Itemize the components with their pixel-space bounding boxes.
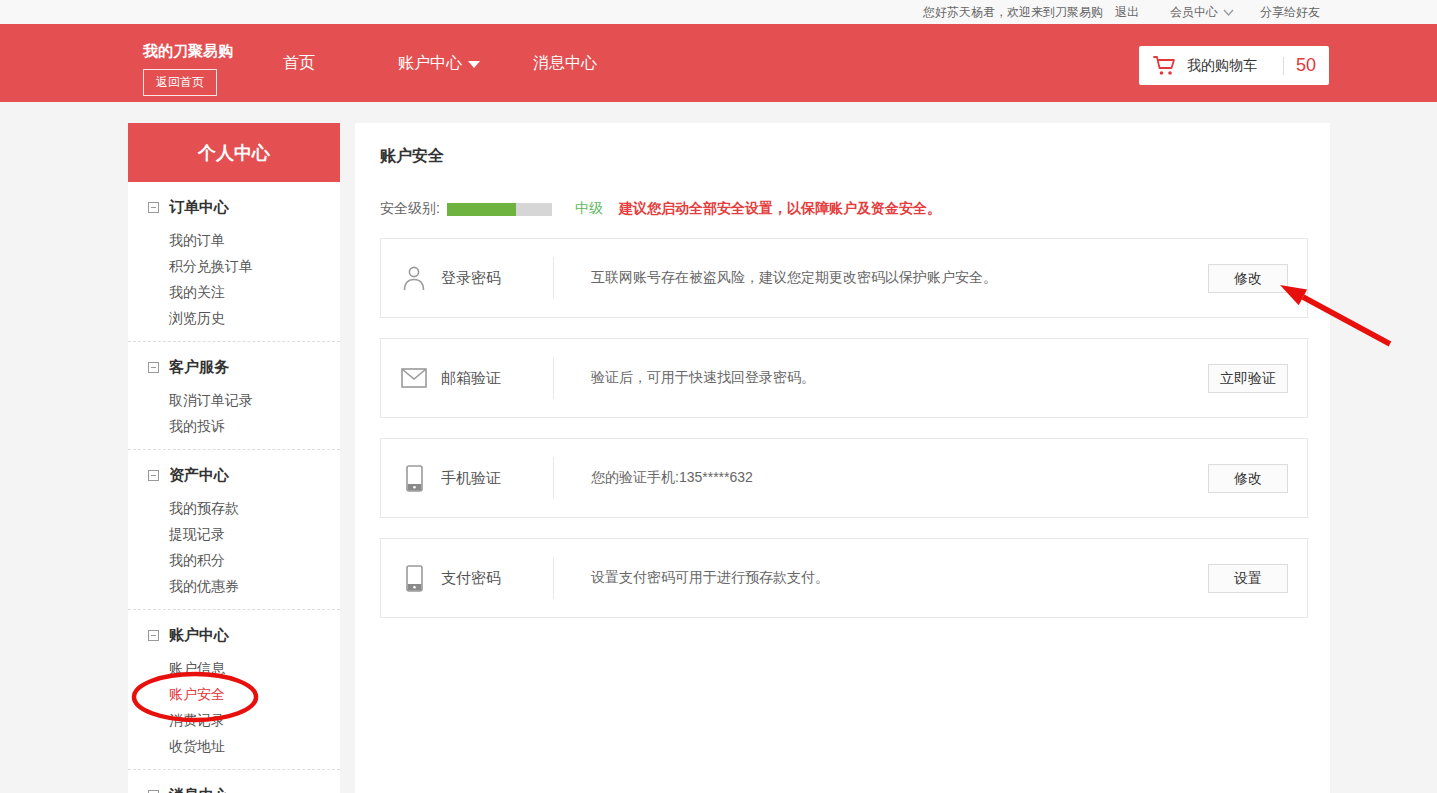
collapse-icon xyxy=(148,630,159,641)
sidebar-item-points-orders[interactable]: 积分兑换订单 xyxy=(128,253,340,279)
section-title-assets[interactable]: 资产中心 xyxy=(128,462,340,488)
row-divider xyxy=(553,357,554,399)
phone-icon xyxy=(401,465,427,492)
modify-phone-button[interactable]: 修改 xyxy=(1208,464,1288,493)
brand-title: 我的刀聚易购 xyxy=(143,42,233,61)
security-level-value: 中级 xyxy=(575,200,603,218)
row-label: 登录密码 xyxy=(441,269,553,288)
topbar: 您好苏天杨君，欢迎来到刀聚易购 退出 会员中心 分享给好友 xyxy=(0,0,1437,24)
security-level-fill xyxy=(447,203,516,216)
sidebar-title: 个人中心 xyxy=(128,123,340,182)
sidebar-section-assets: 资产中心 我的预存款 提现记录 我的积分 我的优惠券 xyxy=(128,450,340,610)
member-center-label: 会员中心 xyxy=(1170,4,1218,21)
security-level-label: 安全级别: xyxy=(380,200,440,218)
content-area: 个人中心 订单中心 我的订单 积分兑换订单 我的关注 浏览历史 客户服务 取消订… xyxy=(0,102,1437,793)
main-header: 我的刀聚易购 返回首页 首页 账户中心 消息中心 我的购物车 50 xyxy=(0,24,1437,102)
verify-email-button[interactable]: 立即验证 xyxy=(1208,364,1288,393)
cart-label: 我的购物车 xyxy=(1187,57,1257,75)
sidebar-item-withdraw[interactable]: 提现记录 xyxy=(128,521,340,547)
mail-icon xyxy=(401,368,427,388)
sidebar-item-coupons[interactable]: 我的优惠券 xyxy=(128,573,340,599)
row-login-password: 登录密码 互联网账号存在被盗风险，建议您定期更改密码以保护账户安全。 修改 xyxy=(380,238,1308,318)
sidebar-item-points[interactable]: 我的积分 xyxy=(128,547,340,573)
nav-message-center[interactable]: 消息中心 xyxy=(533,24,597,102)
sidebar-item-my-orders[interactable]: 我的订单 xyxy=(128,227,340,253)
sidebar: 个人中心 订单中心 我的订单 积分兑换订单 我的关注 浏览历史 客户服务 取消订… xyxy=(128,123,340,793)
share-link[interactable]: 分享给好友 xyxy=(1260,4,1320,21)
phone-icon xyxy=(401,565,427,592)
row-description: 互联网账号存在被盗风险，建议您定期更改密码以保护账户安全。 xyxy=(591,269,1208,287)
sidebar-item-account-security[interactable]: 账户安全 xyxy=(128,681,340,707)
security-rows: 登录密码 互联网账号存在被盗风险，建议您定期更改密码以保护账户安全。 修改 邮箱… xyxy=(380,238,1308,618)
cart-box[interactable]: 我的购物车 50 xyxy=(1139,46,1329,85)
sidebar-section-messages: 消息中心 xyxy=(128,770,340,793)
cart-divider xyxy=(1283,57,1284,75)
nav-home[interactable]: 首页 xyxy=(283,24,315,102)
member-center-menu[interactable]: 会员中心 xyxy=(1170,4,1234,21)
sidebar-section-service: 客户服务 取消订单记录 我的投诉 xyxy=(128,342,340,450)
sidebar-item-address[interactable]: 收货地址 xyxy=(128,733,340,759)
collapse-icon xyxy=(148,470,159,481)
sidebar-item-cancel-orders[interactable]: 取消订单记录 xyxy=(128,387,340,413)
back-home-button[interactable]: 返回首页 xyxy=(143,69,217,96)
section-title-orders[interactable]: 订单中心 xyxy=(128,194,340,220)
row-email-verify: 邮箱验证 验证后，可用于快速找回登录密码。 立即验证 xyxy=(380,338,1308,418)
sidebar-item-consumption[interactable]: 消费记录 xyxy=(128,707,340,733)
collapse-icon xyxy=(148,202,159,213)
row-description: 验证后，可用于快速找回登录密码。 xyxy=(591,369,1208,387)
collapse-icon xyxy=(148,362,159,373)
row-label: 邮箱验证 xyxy=(441,369,553,388)
brand-block: 我的刀聚易购 返回首页 xyxy=(143,42,233,96)
sidebar-item-complaints[interactable]: 我的投诉 xyxy=(128,413,340,439)
section-title-service[interactable]: 客户服务 xyxy=(128,354,340,380)
row-phone-verify: 手机验证 您的验证手机:135*****632 修改 xyxy=(380,438,1308,518)
row-divider xyxy=(553,257,554,299)
user-greeting: 您好苏天杨君，欢迎来到刀聚易购 xyxy=(923,4,1103,21)
row-description: 您的验证手机:135*****632 xyxy=(591,469,1208,487)
section-title-account[interactable]: 账户中心 xyxy=(128,622,340,648)
security-level-row: 安全级别: 中级 建议您启动全部安全设置，以保障账户及资金安全。 xyxy=(380,201,941,217)
chevron-down-icon xyxy=(1223,9,1234,16)
cart-icon xyxy=(1153,55,1177,77)
main-panel: 账户安全 安全级别: 中级 建议您启动全部安全设置，以保障账户及资金安全。 登录… xyxy=(355,123,1330,793)
row-divider xyxy=(553,557,554,599)
sidebar-item-history[interactable]: 浏览历史 xyxy=(128,305,340,331)
dropdown-triangle-icon xyxy=(468,61,480,68)
security-level-bar xyxy=(447,203,552,216)
nav-account-label: 账户中心 xyxy=(398,53,462,74)
row-description: 设置支付密码可用于进行预存款支付。 xyxy=(591,569,1208,587)
row-divider xyxy=(553,457,554,499)
collapse-icon xyxy=(148,790,159,793)
row-pay-password: 支付密码 设置支付密码可用于进行预存款支付。 设置 xyxy=(380,538,1308,618)
sidebar-section-account: 账户中心 账户信息 账户安全 消费记录 收货地址 xyxy=(128,610,340,770)
set-pay-password-button[interactable]: 设置 xyxy=(1208,564,1288,593)
section-title-messages[interactable]: 消息中心 xyxy=(128,782,340,793)
modify-password-button[interactable]: 修改 xyxy=(1208,264,1288,293)
cart-count: 50 xyxy=(1296,55,1316,76)
row-label: 手机验证 xyxy=(441,469,553,488)
security-advice: 建议您启动全部安全设置，以保障账户及资金安全。 xyxy=(619,200,941,218)
sidebar-item-follows[interactable]: 我的关注 xyxy=(128,279,340,305)
sidebar-section-orders: 订单中心 我的订单 积分兑换订单 我的关注 浏览历史 xyxy=(128,182,340,342)
sidebar-item-account-info[interactable]: 账户信息 xyxy=(128,655,340,681)
page-title: 账户安全 xyxy=(380,146,444,167)
nav-account-center[interactable]: 账户中心 xyxy=(398,24,480,102)
sidebar-item-deposit[interactable]: 我的预存款 xyxy=(128,495,340,521)
row-label: 支付密码 xyxy=(441,569,553,588)
logout-link[interactable]: 退出 xyxy=(1115,4,1139,21)
user-icon xyxy=(401,265,427,291)
